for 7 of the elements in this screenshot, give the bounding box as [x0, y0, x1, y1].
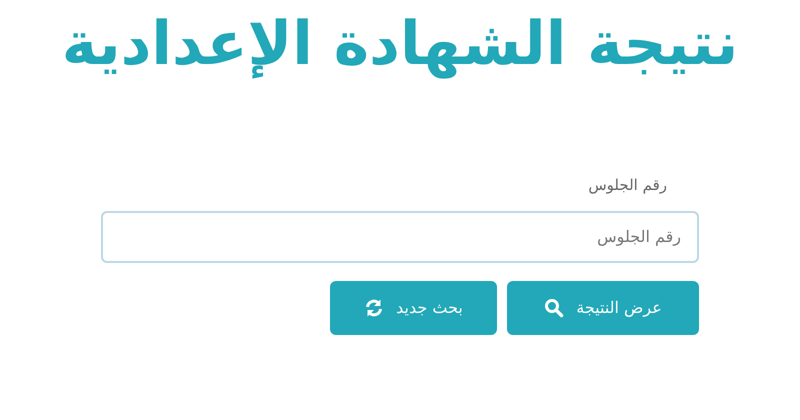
refresh-icon	[364, 298, 384, 318]
new-search-button[interactable]: بحث جديد	[330, 280, 497, 334]
show-result-button[interactable]: عرض النتيجة	[507, 280, 699, 334]
field-label: رقم الجلوس	[588, 175, 667, 196]
input-field[interactable]: رقم الجلوس	[101, 210, 699, 262]
page-title: نتيجة الشهادة الإعدادية	[62, 8, 738, 81]
search-icon	[544, 298, 564, 318]
